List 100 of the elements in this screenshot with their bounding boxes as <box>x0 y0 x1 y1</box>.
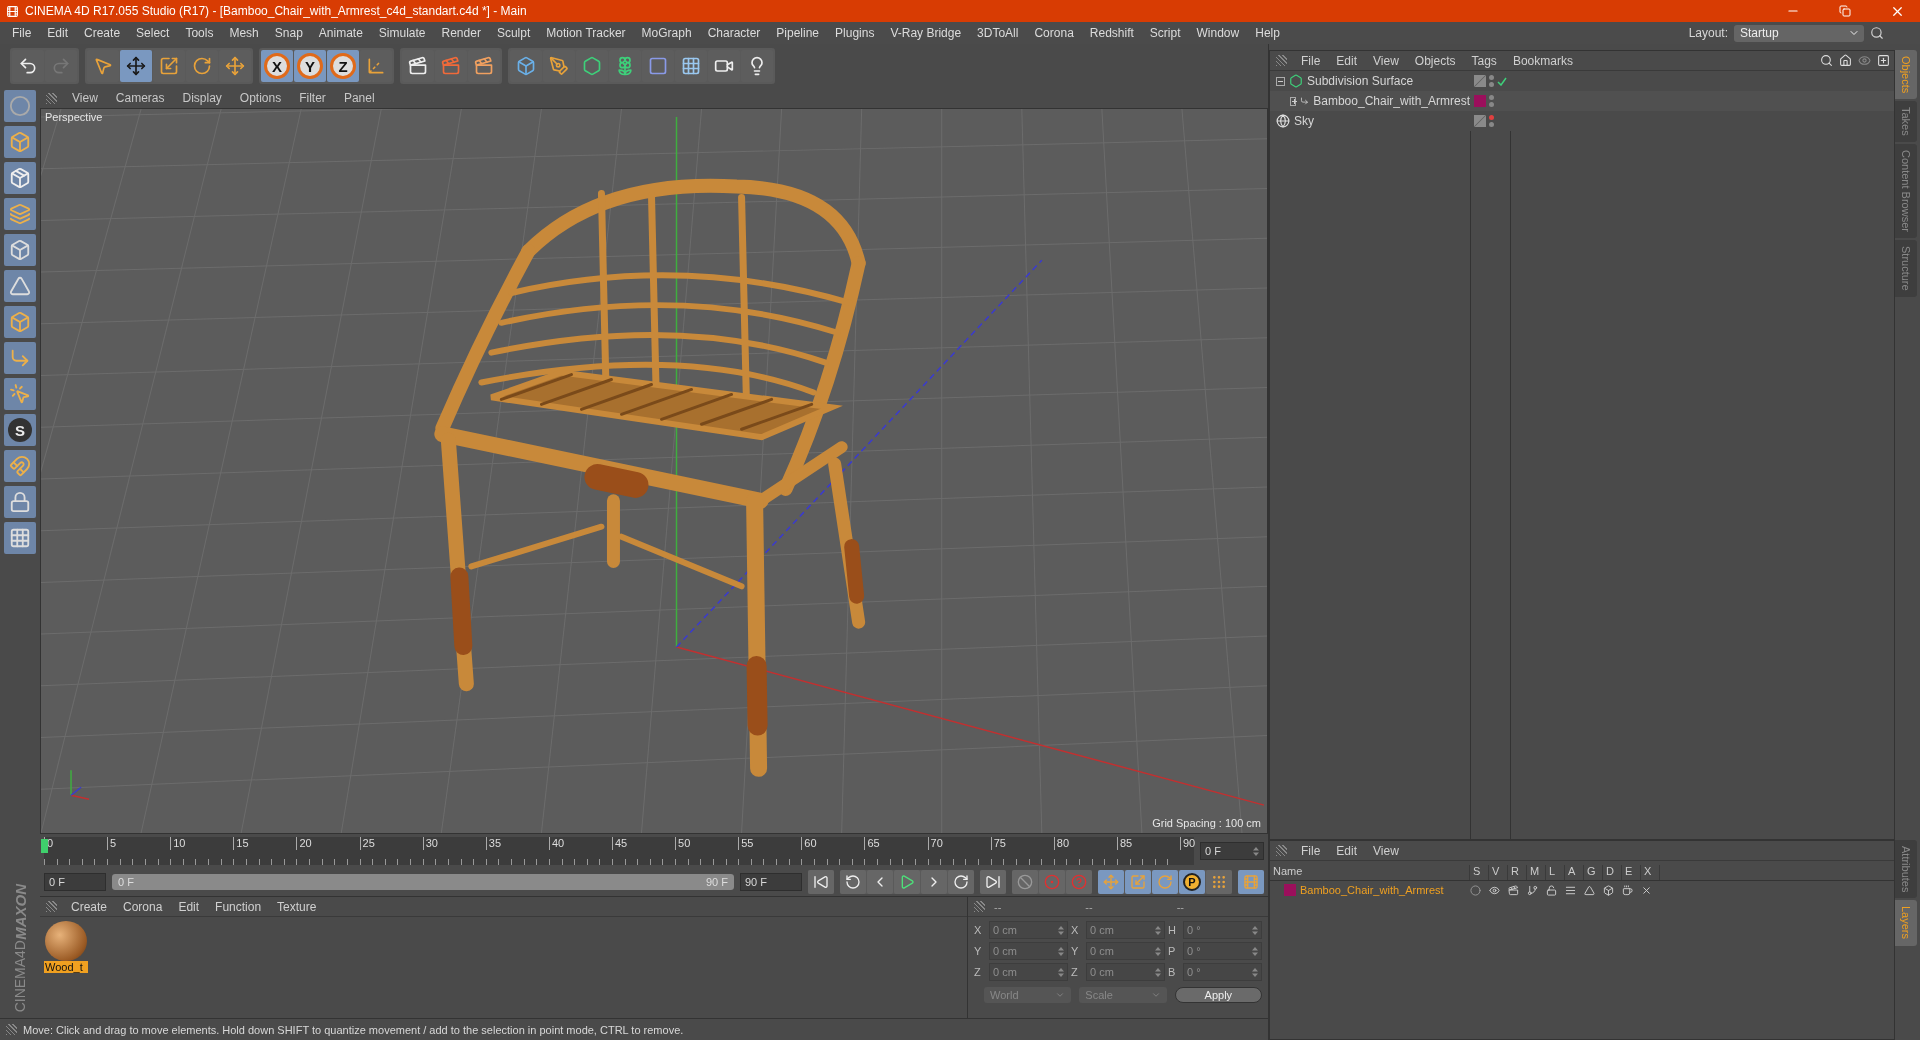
texture-mode-button[interactable] <box>4 162 36 194</box>
check-icon[interactable] <box>1497 76 1507 86</box>
object-menu-item[interactable]: File <box>1293 53 1329 68</box>
side-tab[interactable]: Structure <box>1895 240 1917 297</box>
coordinate-field[interactable]: 0 cm <box>1086 921 1165 939</box>
object-menu-item[interactable]: View <box>1365 53 1407 68</box>
visibility-dots[interactable] <box>1489 95 1494 107</box>
object-menu-item[interactable]: Objects <box>1406 53 1464 68</box>
menu-item[interactable]: Animate <box>310 26 371 40</box>
layout-dropdown[interactable]: Startup <box>1734 24 1864 42</box>
previous-frame-button[interactable] <box>867 870 893 894</box>
menu-item[interactable]: Motion Tracker <box>538 26 634 40</box>
axis-lock-button[interactable]: Y <box>294 50 326 82</box>
menu-item[interactable]: V-Ray Bridge <box>882 26 970 40</box>
coordinate-field[interactable]: 0 ° <box>1183 963 1262 981</box>
menu-item[interactable]: Plugins <box>827 26 883 40</box>
side-tab[interactable]: Attributes <box>1895 840 1917 899</box>
menu-item[interactable]: Render <box>433 26 489 40</box>
apply-button[interactable]: Apply <box>1174 987 1262 1003</box>
menu-item[interactable]: MoGraph <box>633 26 700 40</box>
viewport-menu-item[interactable]: Cameras <box>106 91 174 105</box>
axis-mode-button[interactable] <box>4 342 36 374</box>
menu-item[interactable]: Pipeline <box>768 26 828 40</box>
object-menu-item[interactable]: Bookmarks <box>1504 53 1581 68</box>
viewport-menu-item[interactable]: Options <box>230 91 291 105</box>
side-tab[interactable]: Content Browser <box>1895 144 1917 238</box>
menu-item[interactable]: Sculpt <box>488 26 539 40</box>
layer-menu-item[interactable]: File <box>1293 843 1329 858</box>
edges-mode-button[interactable] <box>4 270 36 302</box>
collapse-icon[interactable] <box>1276 76 1285 86</box>
menu-item[interactable]: Tools <box>177 26 222 40</box>
material-preview[interactable] <box>45 921 87 961</box>
layer-menu-item[interactable]: Edit <box>1328 843 1366 858</box>
object-row[interactable]: Bamboo_Chair_with_Armrest <box>1270 91 1470 111</box>
key-parameter-button[interactable]: P <box>1179 870 1205 894</box>
coordinate-field[interactable]: 0 ° <box>1183 942 1262 960</box>
tweak-button[interactable] <box>4 378 36 410</box>
object-menu-item[interactable]: Tags <box>1463 53 1505 68</box>
menu-item[interactable]: Simulate <box>370 26 434 40</box>
material-menu-item[interactable]: Create <box>63 899 116 914</box>
axis-lock-button[interactable]: Z <box>327 50 359 82</box>
coordinate-field[interactable]: 0 cm <box>1086 963 1165 981</box>
material-menu-item[interactable]: Corona <box>115 899 171 914</box>
end-frame-field[interactable]: 90 F <box>740 873 802 891</box>
visibility-dots[interactable] <box>1489 75 1494 87</box>
viewport-menu-item[interactable]: Filter <box>290 91 335 105</box>
play-button[interactable] <box>894 870 920 894</box>
axis-lock-button[interactable]: X <box>261 50 293 82</box>
next-key-button[interactable] <box>948 870 974 894</box>
coordinate-field[interactable]: 0 cm <box>989 921 1068 939</box>
layer-name[interactable]: Bamboo_Chair_with_Armrest <box>1300 884 1444 896</box>
menu-item[interactable]: 3DToAll <box>969 26 1027 40</box>
menu-item[interactable]: Create <box>76 26 129 40</box>
snap-button[interactable]: S <box>4 414 36 446</box>
menu-item[interactable]: Character <box>699 26 769 40</box>
expand-icon[interactable] <box>1290 96 1297 106</box>
menu-item[interactable]: Window <box>1188 26 1248 40</box>
coordinate-field[interactable]: 0 ° <box>1183 921 1262 939</box>
key-points-button[interactable] <box>1206 870 1232 894</box>
material-name[interactable]: Wood_t <box>44 961 88 973</box>
previous-key-button[interactable] <box>840 870 866 894</box>
material-menu-item[interactable]: Texture <box>269 899 325 914</box>
viewport-menu-item[interactable]: Panel <box>334 91 384 105</box>
magnet-button[interactable] <box>4 450 36 482</box>
viewport-menu-item[interactable]: Display <box>173 91 231 105</box>
points-mode-button[interactable] <box>4 234 36 266</box>
model-mode-button[interactable] <box>4 90 36 122</box>
object-mode-button[interactable] <box>4 126 36 158</box>
current-frame-field[interactable]: 0 F <box>1200 842 1264 860</box>
go-to-end-button[interactable] <box>980 870 1006 894</box>
layer-menu-item[interactable]: View <box>1365 843 1407 858</box>
grid-snap-button[interactable] <box>4 522 36 554</box>
menu-item[interactable]: Edit <box>39 26 77 40</box>
polygons-mode-button[interactable] <box>4 306 36 338</box>
go-to-start-button[interactable] <box>808 870 834 894</box>
coordinate-field[interactable]: 0 cm <box>1086 942 1165 960</box>
column-header: M <box>1527 865 1546 880</box>
motion-record-button[interactable] <box>1012 870 1038 894</box>
menu-item[interactable]: Script <box>1141 26 1189 40</box>
coordinate-field[interactable]: 0 cm <box>989 963 1068 981</box>
coordinate-field[interactable]: 0 cm <box>989 942 1068 960</box>
side-tab[interactable]: Takes <box>1895 101 1917 143</box>
menu-item[interactable]: Select <box>128 26 178 40</box>
viewport[interactable]: Perspective Grid Spacing : 100 cm <box>40 108 1268 834</box>
move-tool-button[interactable] <box>120 50 152 82</box>
material-menu-item[interactable]: Edit <box>170 899 208 914</box>
menu-item[interactable]: Mesh <box>221 26 267 40</box>
menu-item[interactable]: Help <box>1247 26 1288 40</box>
visibility-dots[interactable] <box>1489 115 1494 127</box>
menu-item[interactable]: Corona <box>1026 26 1082 40</box>
start-frame-field[interactable]: 0 F <box>44 873 106 891</box>
workplane-lock-button[interactable] <box>4 486 36 518</box>
viewport-menu-item[interactable]: View <box>63 91 107 105</box>
workplane-button[interactable] <box>4 198 36 230</box>
menu-item[interactable]: Redshift <box>1081 26 1142 40</box>
menu-item[interactable]: File <box>4 26 40 40</box>
next-frame-button[interactable] <box>921 870 947 894</box>
menu-item[interactable]: Snap <box>266 26 311 40</box>
material-menu-item[interactable]: Function <box>207 899 270 914</box>
object-menu-item[interactable]: Edit <box>1328 53 1366 68</box>
